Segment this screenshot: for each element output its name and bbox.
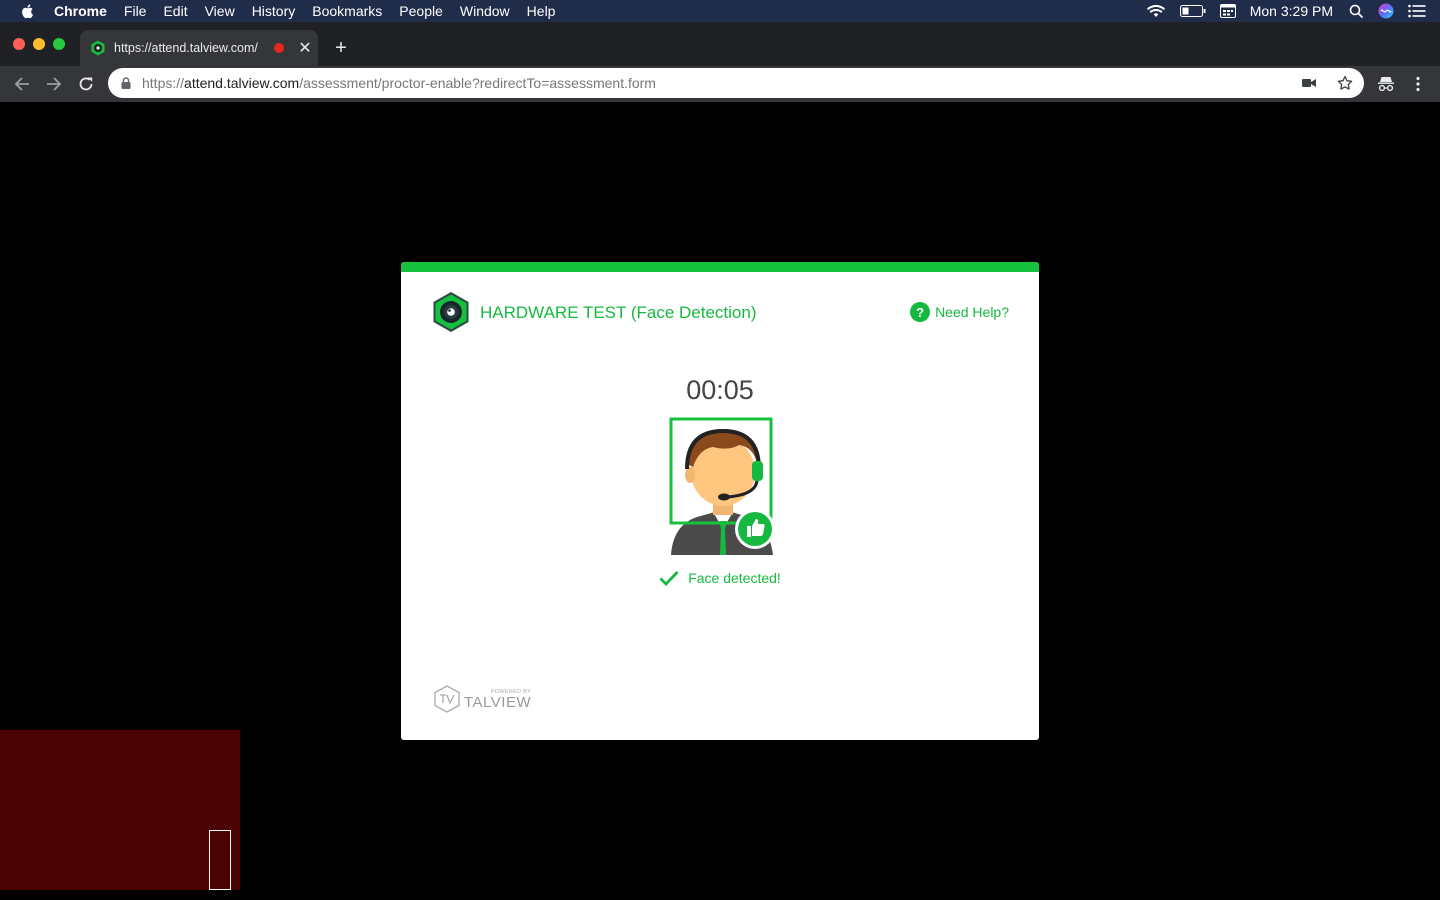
arrow-left-icon [14, 77, 29, 91]
url-host: attend.talview.com [184, 75, 300, 91]
bookmark-star-icon[interactable] [1337, 75, 1353, 91]
arrow-right-icon [47, 77, 62, 91]
menu-history[interactable]: History [252, 0, 296, 22]
menu-app-chrome[interactable]: Chrome [54, 0, 107, 22]
dialog-accent-bar [401, 262, 1039, 272]
lock-icon[interactable] [120, 77, 132, 89]
calendar-icon[interactable] [1219, 4, 1236, 18]
webcam-preview [0, 730, 240, 890]
chrome-menu-button[interactable] [1408, 74, 1428, 94]
face-detected-label: Face detected! [688, 570, 781, 586]
address-bar[interactable]: https://attend.talview.com/assessment/pr… [108, 68, 1364, 98]
new-tab-button[interactable]: + [331, 36, 351, 60]
macos-menu-bar: Chrome File Edit View History Bookmarks … [0, 0, 1440, 22]
tab-title: https://attend.talview.com/ [114, 41, 258, 55]
powered-by-talview: POWERED BY TALVIEW [434, 685, 531, 713]
forward-button[interactable] [44, 74, 64, 94]
help-question-icon: ? [910, 302, 931, 322]
back-button[interactable] [12, 74, 32, 94]
menu-file[interactable]: File [124, 0, 147, 22]
menu-edit[interactable]: Edit [163, 0, 187, 22]
menu-view[interactable]: View [205, 0, 235, 22]
battery-icon[interactable] [1179, 5, 1206, 17]
talview-brand-label: TALVIEW [464, 693, 532, 711]
url-path: /assessment/proctor-enable?redirectTo=as… [299, 75, 656, 91]
talview-favicon-icon [91, 40, 105, 56]
apple-icon[interactable] [20, 3, 36, 19]
recording-indicator-icon [274, 43, 284, 53]
wifi-icon[interactable] [1146, 4, 1166, 18]
reload-icon [79, 77, 93, 91]
talview-brand-logo-icon [434, 685, 460, 713]
need-help-link[interactable]: ? Need Help? [910, 302, 1009, 322]
window-zoom-button[interactable] [53, 38, 65, 50]
webcam-level-indicator [209, 830, 231, 890]
url-scheme: https:// [142, 75, 185, 91]
reload-button[interactable] [76, 74, 96, 94]
page-viewport: HARDWARE TEST (Face Detection) ? Need He… [0, 102, 1440, 900]
spotlight-search-icon[interactable] [1349, 4, 1364, 19]
tab-close-icon[interactable]: ✕ [298, 38, 312, 58]
siri-icon[interactable] [1378, 3, 1394, 19]
menubar-clock[interactable]: Mon 3:29 PM [1250, 3, 1333, 19]
window-close-button[interactable] [13, 38, 25, 50]
countdown-timer: 00:05 [686, 375, 754, 405]
dialog-title: HARDWARE TEST (Face Detection) [480, 303, 757, 322]
window-minimize-button[interactable] [33, 38, 45, 50]
camera-in-use-icon[interactable] [1301, 75, 1317, 91]
notification-center-icon[interactable] [1408, 4, 1426, 18]
face-detected-status: Face detected! [401, 570, 1039, 586]
incognito-profile-icon[interactable] [1376, 74, 1396, 94]
checkmark-icon [659, 571, 679, 586]
menu-people[interactable]: People [399, 0, 443, 22]
menu-window[interactable]: Window [460, 0, 510, 22]
browser-toolbar: https://attend.talview.com/assessment/pr… [0, 66, 1440, 102]
menu-help[interactable]: Help [527, 0, 556, 22]
browser-tab-strip: https://attend.talview.com/ ✕ + [0, 22, 1440, 66]
need-help-label: Need Help? [935, 304, 1009, 320]
talview-proctor-logo-icon [433, 292, 469, 332]
more-vert-icon [1416, 76, 1420, 92]
address-url[interactable]: https://attend.talview.com/assessment/pr… [142, 75, 656, 91]
face-detection-avatar-icon [669, 417, 775, 555]
browser-tab-active[interactable]: https://attend.talview.com/ ✕ [80, 30, 318, 66]
menu-bookmarks[interactable]: Bookmarks [312, 0, 382, 22]
hardware-test-dialog: HARDWARE TEST (Face Detection) ? Need He… [401, 262, 1039, 740]
